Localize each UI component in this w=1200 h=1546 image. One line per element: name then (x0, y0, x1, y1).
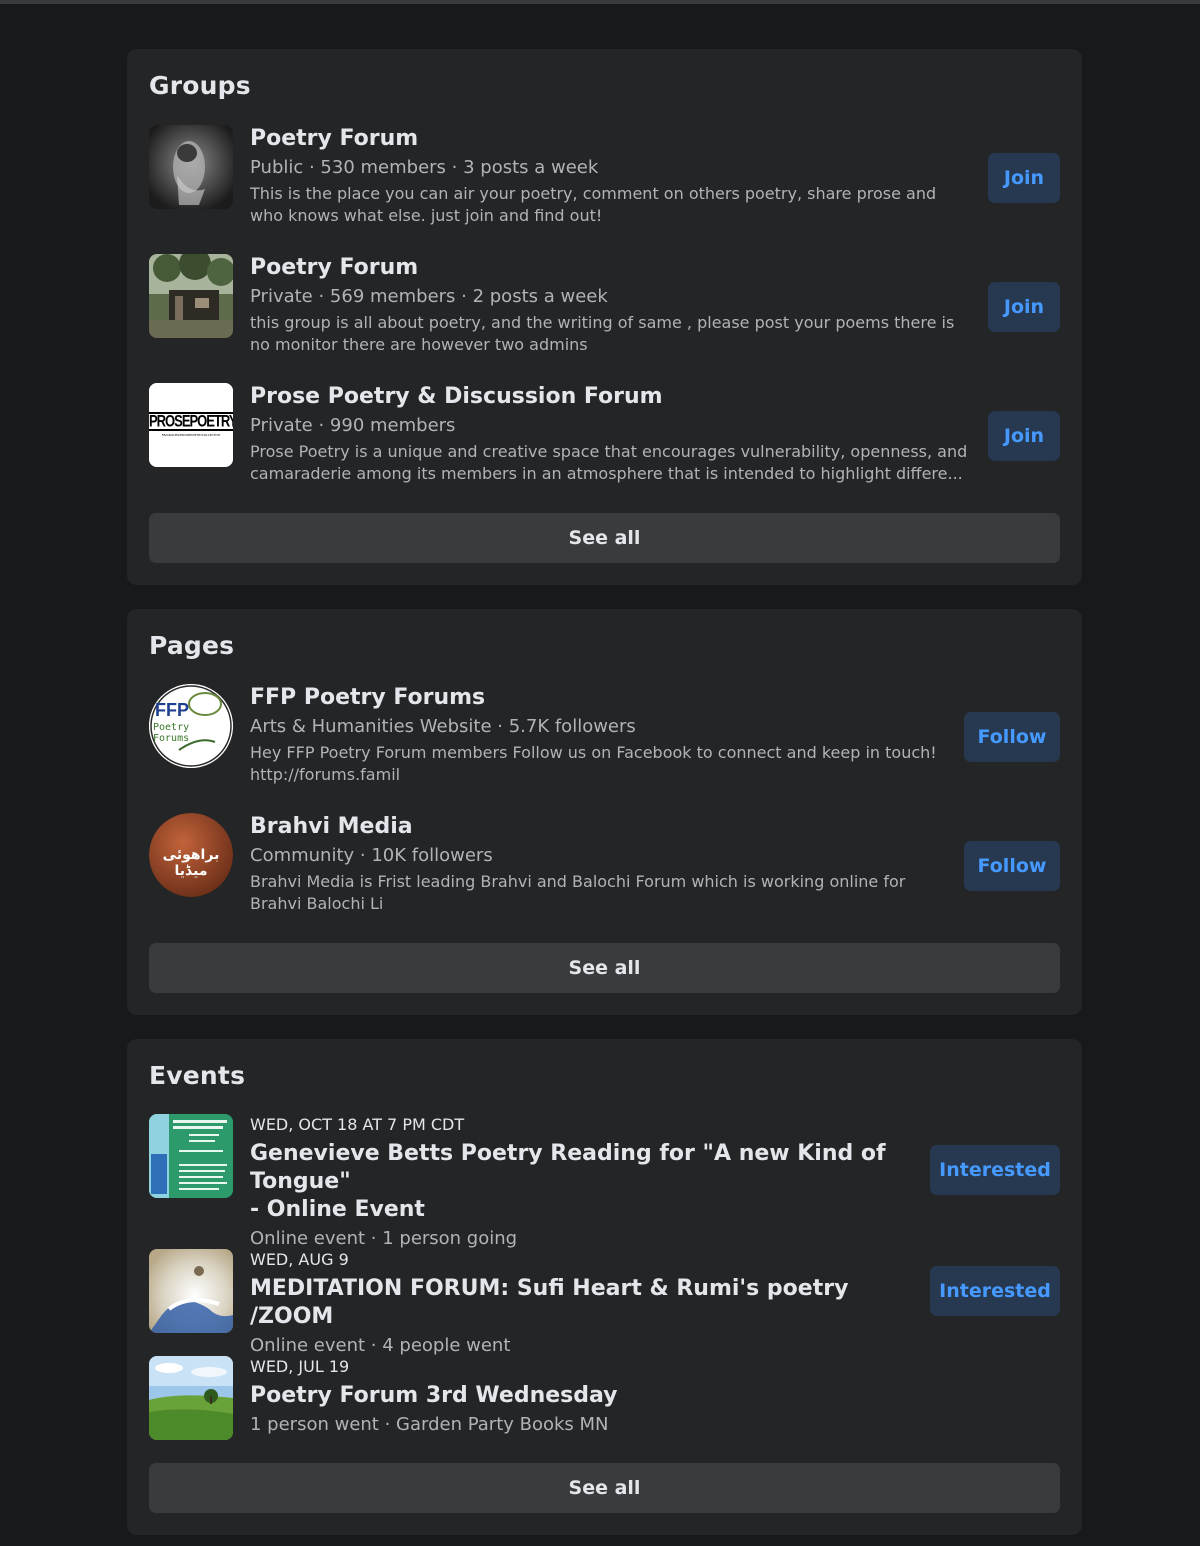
page-description-line: Hey FFP Poetry Forum members Follow us o… (250, 743, 937, 762)
group-description-line: no monitor there are however two admins (250, 335, 588, 354)
event-thumbnail[interactable] (149, 1249, 233, 1333)
events-section: Events WED, OCT 18 AT 7 PM CDT Genevieve… (127, 1039, 1082, 1535)
group-description-line: camaraderie among its members in an atmo… (250, 464, 963, 483)
page-meta: Community · 10K followers (250, 845, 493, 866)
page-thumbnail[interactable]: براھوئی میڈیا (149, 813, 233, 897)
event-title[interactable]: MEDITATION FORUM: Sufi Heart & Rumi's po… (250, 1275, 930, 1331)
logo-text: براھوئی میڈیا (162, 847, 220, 879)
page-description-line: http://forums.famil (250, 765, 401, 784)
group-meta: Public · 530 members · 3 posts a week (250, 157, 599, 178)
event-thumbnail[interactable] (149, 1356, 233, 1440)
event-meta: 1 person went · Garden Party Books MN (250, 1414, 609, 1435)
pages-section: Pages FFP Poetry Forums FFP Poetry Forum… (127, 609, 1082, 1015)
page-item[interactable]: براھوئی میڈیا Brahvi Media Community · 1… (149, 813, 1060, 923)
page-name[interactable]: Brahvi Media (250, 813, 950, 841)
event-item[interactable]: WED, OCT 18 AT 7 PM CDT Genevieve Betts … (149, 1114, 1060, 1249)
page-item[interactable]: FFP Poetry Forums FFP Poetry Forums Arts… (149, 684, 1060, 794)
group-thumbnail[interactable] (149, 254, 233, 338)
event-date: WED, JUL 19 (250, 1357, 350, 1376)
logo-text: FFP (155, 700, 189, 720)
event-item[interactable]: WED, AUG 9 MEDITATION FORUM: Sufi Heart … (149, 1249, 1060, 1356)
pages-see-all-button[interactable]: See all (149, 943, 1060, 993)
interested-button[interactable]: Interested (930, 1145, 1060, 1195)
group-name[interactable]: Poetry Forum (250, 254, 970, 282)
interested-button[interactable]: Interested (930, 1266, 1060, 1316)
group-name[interactable]: Poetry Forum (250, 125, 950, 153)
page-description-line: Brahvi Media is Frist leading Brahvi and… (250, 872, 906, 891)
groups-see-all-button[interactable]: See all (149, 513, 1060, 563)
group-meta: Private · 569 members · 2 posts a week (250, 286, 608, 307)
group-item[interactable]: Poetry Forum Private · 569 members · 2 p… (149, 254, 1060, 364)
events-heading: Events (149, 1061, 246, 1090)
group-meta: Private · 990 members (250, 415, 456, 436)
group-description-line: who knows what else. just join and find … (250, 206, 603, 225)
top-divider (0, 0, 1200, 4)
groups-section: Groups Poetry Forum Public · 530 members… (127, 49, 1082, 585)
pages-heading: Pages (149, 631, 235, 660)
page-description-line: Brahvi Balochi Li (250, 894, 384, 913)
join-button[interactable]: Join (988, 153, 1060, 203)
group-thumbnail[interactable] (149, 125, 233, 209)
page-thumbnail[interactable]: FFP Poetry Forums (149, 684, 233, 768)
follow-button[interactable]: Follow (964, 712, 1060, 762)
event-title[interactable]: Genevieve Betts Poetry Reading for "A ne… (250, 1140, 930, 1196)
event-date: WED, OCT 18 AT 7 PM CDT (250, 1115, 465, 1134)
group-description-line: This is the place you can air your poetr… (250, 184, 937, 203)
groups-heading: Groups (149, 71, 251, 100)
event-date: WED, AUG 9 (250, 1250, 349, 1269)
group-description-line: this group is all about poetry, and the … (250, 313, 955, 332)
event-title[interactable]: Poetry Forum 3rd Wednesday (250, 1382, 930, 1410)
logo-text: PROSEPOETRY (149, 410, 233, 431)
group-description-line: Prose Poetry is a unique and creative sp… (250, 442, 968, 461)
page-name[interactable]: FFP Poetry Forums (250, 684, 950, 712)
follow-button[interactable]: Follow (964, 841, 1060, 891)
group-name[interactable]: Prose Poetry & Discussion Forum (250, 383, 970, 411)
logo-subtext: FB/GROUPS/PROSEPOETRYCOLLECTIVE (161, 433, 221, 437)
logo-subtext: Poetry Forums (153, 722, 190, 744)
event-item[interactable]: WED, JUL 19 Poetry Forum 3rd Wednesday 1… (149, 1356, 1060, 1446)
group-item[interactable]: PROSEPOETRY FB/GROUPS/PROSEPOETRYCOLLECT… (149, 383, 1060, 493)
join-button[interactable]: Join (988, 282, 1060, 332)
page-meta: Arts & Humanities Website · 5.7K followe… (250, 716, 636, 737)
event-title[interactable]: - Online Event (250, 1196, 930, 1224)
group-item[interactable]: Poetry Forum Public · 530 members · 3 po… (149, 125, 1060, 235)
events-see-all-button[interactable]: See all (149, 1463, 1060, 1513)
event-thumbnail[interactable] (149, 1114, 233, 1198)
join-button[interactable]: Join (988, 411, 1060, 461)
group-thumbnail[interactable]: PROSEPOETRY FB/GROUPS/PROSEPOETRYCOLLECT… (149, 383, 233, 467)
